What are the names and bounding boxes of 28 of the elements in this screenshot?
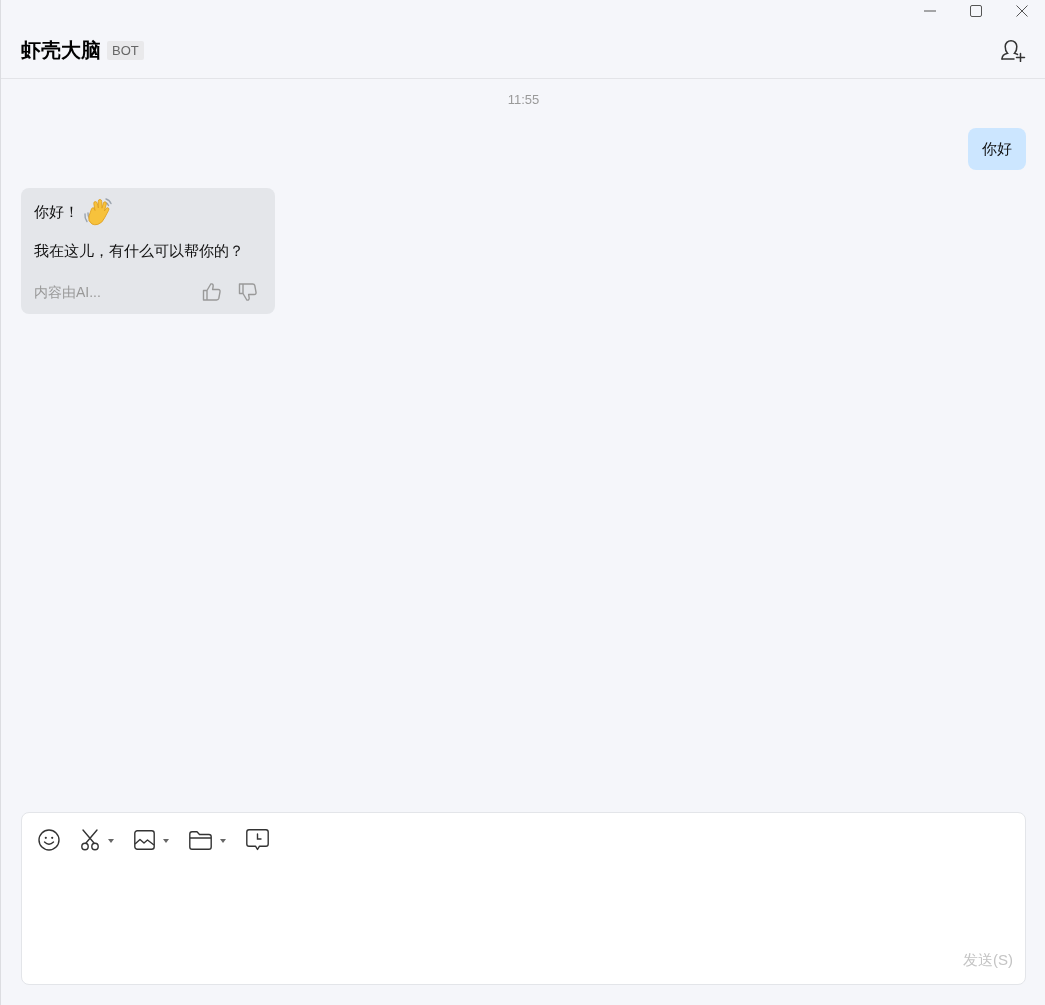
message-timestamp: 11:55 (507, 91, 540, 109)
chat-clock-icon (246, 829, 269, 851)
add-member-button[interactable] (1000, 38, 1026, 62)
thumbs-down-icon (238, 282, 258, 302)
caret-icon (163, 838, 169, 843)
caret-icon (220, 838, 226, 843)
emoji-button[interactable] (38, 828, 60, 852)
maximize-icon (970, 5, 982, 17)
screenshot-button[interactable] (80, 828, 114, 852)
image-icon (134, 830, 155, 850)
bot-badge: BOT (107, 40, 144, 60)
add-person-icon (1000, 38, 1026, 62)
message-text: 我在这儿，有什么可以帮你的？ (34, 241, 244, 261)
ai-disclaimer-text: 内容由AI... (34, 283, 101, 302)
chat-title: 虾壳大脑 (21, 37, 101, 63)
close-icon (1016, 5, 1028, 17)
waving-hand-icon (82, 197, 114, 227)
message-text: 你好！ (34, 202, 79, 222)
thumbs-up-icon (202, 282, 222, 302)
scissors-icon (80, 829, 100, 851)
caret-icon (108, 838, 114, 843)
history-button[interactable] (246, 828, 269, 852)
image-button[interactable] (134, 828, 169, 852)
file-button[interactable] (189, 828, 226, 852)
smiley-icon (38, 829, 60, 851)
folder-icon (189, 830, 212, 850)
message-text: 你好 (982, 139, 1012, 159)
minimize-icon (924, 10, 936, 12)
